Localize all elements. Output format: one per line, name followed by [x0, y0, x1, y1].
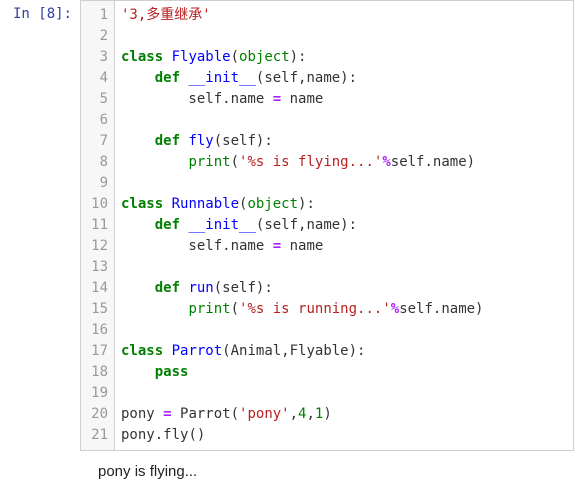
line-number: 11 [81, 215, 108, 236]
code-line[interactable] [121, 320, 567, 341]
code-line[interactable]: self.name = name [121, 89, 567, 110]
line-number: 10 [81, 194, 108, 215]
code-line[interactable]: print('%s is flying...'%self.name) [121, 152, 567, 173]
code-line[interactable] [121, 257, 567, 278]
code-line[interactable]: def __init__(self,name): [121, 215, 567, 236]
line-number: 20 [81, 404, 108, 425]
line-number: 6 [81, 110, 108, 131]
code-line[interactable]: class Flyable(object): [121, 47, 567, 68]
line-number: 7 [81, 131, 108, 152]
input-prompt: In [8]: [0, 0, 80, 451]
input-area[interactable]: 123456789101112131415161718192021 '3,多重继… [80, 0, 574, 451]
code-line[interactable]: def __init__(self,name): [121, 68, 567, 89]
line-number: 12 [81, 236, 108, 257]
line-number: 17 [81, 341, 108, 362]
code-line[interactable] [121, 26, 567, 47]
line-number-gutter: 123456789101112131415161718192021 [81, 1, 115, 450]
code-line[interactable]: pony = Parrot('pony',4,1) [121, 404, 567, 425]
code-line[interactable] [121, 383, 567, 404]
code-line[interactable] [121, 110, 567, 131]
line-number: 1 [81, 5, 108, 26]
line-number: 4 [81, 68, 108, 89]
code-line[interactable] [121, 173, 567, 194]
line-number: 21 [81, 425, 108, 446]
line-number: 15 [81, 299, 108, 320]
line-number: 9 [81, 173, 108, 194]
line-number: 18 [81, 362, 108, 383]
line-number: 19 [81, 383, 108, 404]
code-line[interactable]: def fly(self): [121, 131, 567, 152]
code-line[interactable]: pony.fly() [121, 425, 567, 446]
cell-output: pony is flying... [94, 451, 574, 484]
code-line[interactable]: def run(self): [121, 278, 567, 299]
line-number: 8 [81, 152, 108, 173]
code-line[interactable]: pass [121, 362, 567, 383]
line-number: 16 [81, 320, 108, 341]
code-line[interactable]: '3,多重继承' [121, 5, 567, 26]
code-line[interactable]: self.name = name [121, 236, 567, 257]
code-line[interactable]: print('%s is running...'%self.name) [121, 299, 567, 320]
code-line[interactable]: class Parrot(Animal,Flyable): [121, 341, 567, 362]
code-line[interactable]: class Runnable(object): [121, 194, 567, 215]
line-number: 5 [81, 89, 108, 110]
code-editor[interactable]: '3,多重继承' class Flyable(object): def __in… [115, 1, 573, 450]
line-number: 13 [81, 257, 108, 278]
line-number: 14 [81, 278, 108, 299]
line-number: 2 [81, 26, 108, 47]
code-cell: In [8]: 12345678910111213141516171819202… [0, 0, 574, 451]
line-number: 3 [81, 47, 108, 68]
